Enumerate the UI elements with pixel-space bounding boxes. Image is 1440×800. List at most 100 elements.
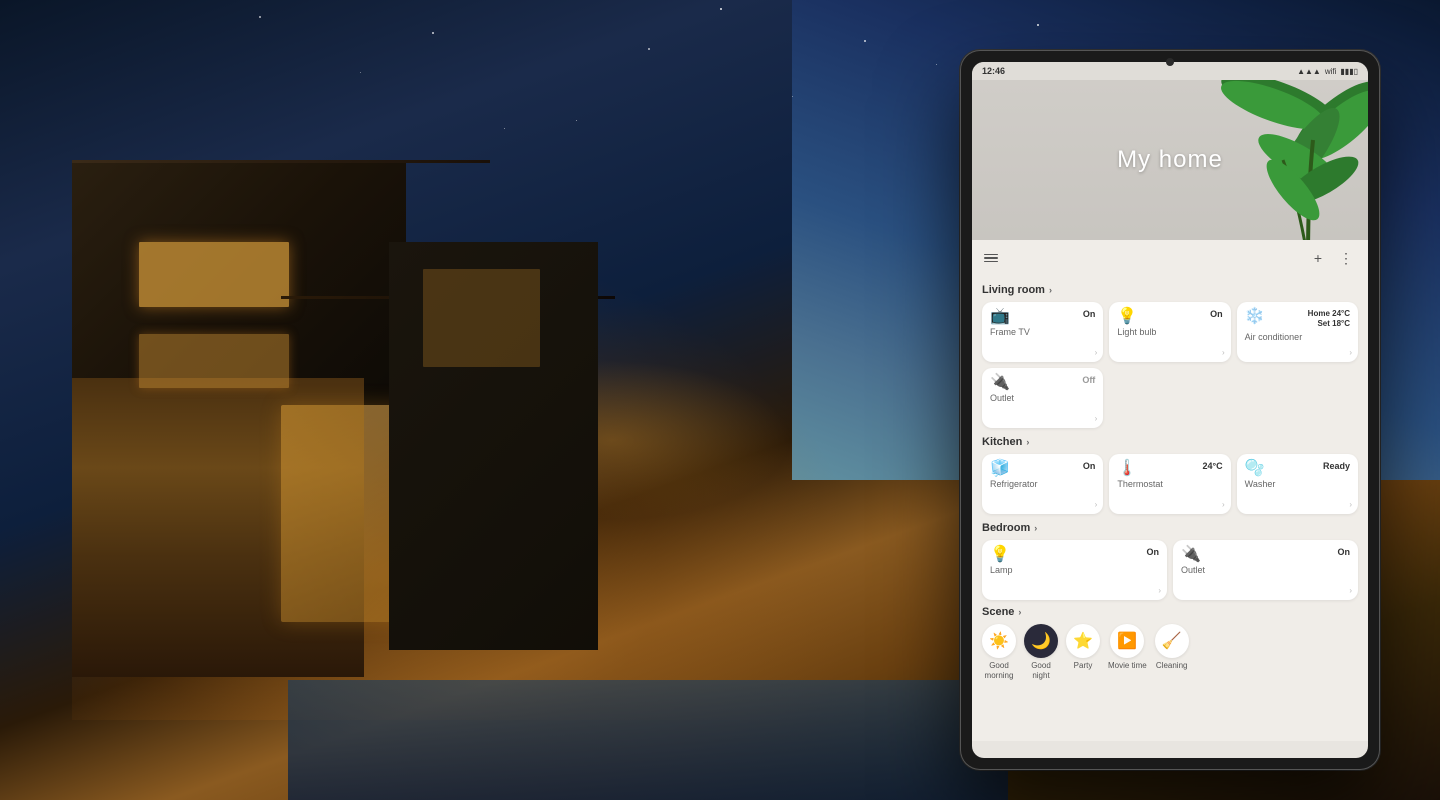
more-button[interactable]: ⋮	[1336, 248, 1356, 268]
section-chevron-living-room[interactable]: ›	[1049, 285, 1052, 295]
ac-chevron: ›	[1349, 348, 1352, 357]
signal-icon: ▲▲▲	[1297, 67, 1321, 76]
light-bulb-chevron: ›	[1222, 348, 1225, 357]
card-top-washer: 🫧 Ready	[1245, 461, 1350, 477]
lamp-chevron: ›	[1158, 586, 1161, 595]
section-header-scene: Scene ›	[982, 606, 1358, 618]
frame-tv-name: Frame TV	[990, 327, 1095, 337]
card-top-outlet: 🔌 Off	[990, 375, 1095, 391]
tablet-device: 12:46 ▲▲▲ wifi ▮▮▮▯	[960, 50, 1380, 770]
outlet-living-name: Outlet	[990, 393, 1095, 403]
thermostat-icon: 🌡️	[1117, 461, 1137, 477]
scene-grid: ☀️ Goodmorning 🌙 Goodnight	[982, 624, 1358, 680]
section-chevron-kitchen[interactable]: ›	[1026, 437, 1029, 447]
outlet-bedroom-chevron: ›	[1349, 586, 1352, 595]
device-card-frame-tv[interactable]: 📺 On Frame TV ›	[982, 302, 1103, 362]
device-card-washer[interactable]: 🫧 Ready Washer ›	[1237, 454, 1358, 514]
refrigerator-icon: 🧊	[990, 461, 1010, 477]
section-chevron-bedroom[interactable]: ›	[1034, 523, 1037, 533]
refrigerator-name: Refrigerator	[990, 479, 1095, 489]
add-button[interactable]: +	[1308, 248, 1328, 268]
ac-status: Home 24°CSet 18°C	[1308, 309, 1350, 330]
card-top-outlet-bedroom: 🔌 On	[1181, 547, 1350, 563]
good-morning-icon-circle: ☀️	[982, 624, 1016, 658]
outlet-bedroom-icon: 🔌	[1181, 547, 1201, 563]
bedroom-grid: 💡 On Lamp › 🔌 On Outlet ›	[982, 540, 1358, 600]
card-top-light-bulb: 💡 On	[1117, 309, 1222, 325]
frame-tv-icon: 📺	[990, 309, 1010, 325]
outlet-bedroom-status: On	[1338, 547, 1351, 557]
scene-movie-time[interactable]: ▶️ Movie time	[1108, 624, 1147, 680]
house-structure	[72, 160, 907, 704]
washer-icon: 🫧	[1245, 461, 1265, 477]
hero-area: My home	[972, 80, 1368, 240]
light-bulb-name: Light bulb	[1117, 327, 1222, 337]
content-area[interactable]: + ⋮ Living room › 📺 On	[972, 240, 1368, 741]
section-chevron-scene[interactable]: ›	[1018, 607, 1021, 617]
section-label-kitchen: Kitchen	[982, 436, 1022, 448]
lamp-status: On	[1147, 547, 1160, 557]
tablet-camera	[1166, 58, 1174, 66]
party-icon: ⭐	[1073, 631, 1093, 651]
washer-chevron: ›	[1349, 500, 1352, 509]
home-title: My home	[1117, 146, 1223, 174]
wifi-icon: wifi	[1325, 67, 1337, 76]
lamp-icon: 💡	[990, 547, 1010, 563]
section-label-scene: Scene	[982, 606, 1014, 618]
scene-good-morning[interactable]: ☀️ Goodmorning	[982, 624, 1016, 680]
light-bulb-status: On	[1210, 309, 1223, 319]
cleaning-icon: 🧹	[1162, 631, 1182, 651]
outlet-living-status: Off	[1082, 375, 1095, 385]
battery-icon: ▮▮▮▯	[1340, 67, 1358, 76]
cleaning-icon-circle: 🧹	[1155, 624, 1189, 658]
good-morning-icon: ☀️	[989, 631, 1009, 651]
ac-name: Air conditioner	[1245, 332, 1350, 342]
frame-tv-chevron: ›	[1095, 348, 1098, 357]
controls-row: + ⋮	[982, 240, 1358, 276]
outlet-bedroom-name: Outlet	[1181, 565, 1350, 575]
movie-time-label: Movie time	[1108, 661, 1147, 671]
hamburger-button[interactable]	[984, 254, 998, 263]
good-night-icon: 🌙	[1031, 631, 1051, 651]
thermostat-name: Thermostat	[1117, 479, 1222, 489]
good-night-icon-circle: 🌙	[1024, 624, 1058, 658]
party-icon-circle: ⭐	[1066, 624, 1100, 658]
card-top-lamp: 💡 On	[990, 547, 1159, 563]
outlet-living-icon: 🔌	[990, 375, 1010, 391]
light-bulb-icon: 💡	[1117, 309, 1137, 325]
section-header-kitchen: Kitchen ›	[982, 436, 1358, 448]
outlet-living-chevron: ›	[1095, 414, 1098, 423]
device-card-thermostat[interactable]: 🌡️ 24°C Thermostat ›	[1109, 454, 1230, 514]
card-top-ac: ❄️ Home 24°CSet 18°C	[1245, 309, 1350, 330]
refrigerator-status: On	[1083, 461, 1096, 471]
living-room-extra: 🔌 Off Outlet ›	[982, 368, 1358, 428]
card-top-refrigerator: 🧊 On	[990, 461, 1095, 477]
device-card-air-conditioner[interactable]: ❄️ Home 24°CSet 18°C Air conditioner ›	[1237, 302, 1358, 362]
device-card-refrigerator[interactable]: 🧊 On Refrigerator ›	[982, 454, 1103, 514]
good-night-label: Goodnight	[1031, 661, 1051, 680]
section-label-bedroom: Bedroom	[982, 522, 1030, 534]
status-time: 12:46	[982, 66, 1005, 76]
section-header-living-room: Living room ›	[982, 284, 1358, 296]
lamp-name: Lamp	[990, 565, 1159, 575]
movie-time-icon: ▶️	[1117, 631, 1137, 651]
washer-status: Ready	[1323, 461, 1350, 471]
scene-cleaning[interactable]: 🧹 Cleaning	[1155, 624, 1189, 680]
device-card-outlet-living[interactable]: 🔌 Off Outlet ›	[982, 368, 1103, 428]
device-card-outlet-bedroom[interactable]: 🔌 On Outlet ›	[1173, 540, 1358, 600]
tablet-frame: 12:46 ▲▲▲ wifi ▮▮▮▯	[960, 50, 1380, 770]
thermostat-chevron: ›	[1222, 500, 1225, 509]
scene-good-night[interactable]: 🌙 Goodnight	[1024, 624, 1058, 680]
living-room-grid: 📺 On Frame TV › 💡 On Light bulb ›	[982, 302, 1358, 362]
thermostat-status: 24°C	[1203, 461, 1223, 471]
device-card-lamp[interactable]: 💡 On Lamp ›	[982, 540, 1167, 600]
device-card-light-bulb[interactable]: 💡 On Light bulb ›	[1109, 302, 1230, 362]
section-header-bedroom: Bedroom ›	[982, 522, 1358, 534]
scene-party[interactable]: ⭐ Party	[1066, 624, 1100, 680]
party-label: Party	[1074, 661, 1093, 671]
frame-tv-status: On	[1083, 309, 1096, 319]
cleaning-label: Cleaning	[1156, 661, 1188, 671]
card-top-thermostat: 🌡️ 24°C	[1117, 461, 1222, 477]
plant-decoration	[1198, 80, 1368, 240]
movie-time-icon-circle: ▶️	[1110, 624, 1144, 658]
